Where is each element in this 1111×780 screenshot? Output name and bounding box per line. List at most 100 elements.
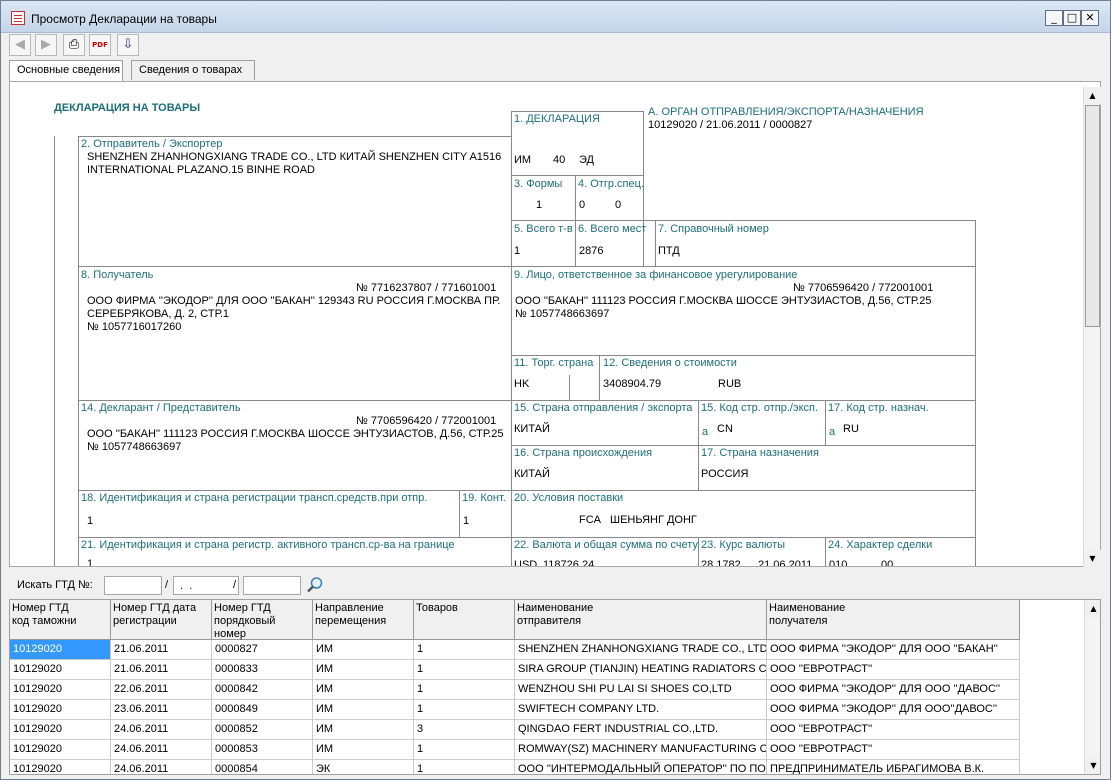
table-row[interactable]: 10129020 22.06.2011 0000842 ИМ 1 WENZHOU SHI … bbox=[10, 680, 1020, 700]
tab-goods-info[interactable]: Сведения о товарах bbox=[131, 60, 255, 80]
table-cell[interactable]: SIRA GROUP (TIANJIN) HEATING RADIATORS C… bbox=[515, 660, 767, 680]
table-cell[interactable]: ООО ФИРМА ''ЭКОДОР'' ДЛЯ ООО ''ДАВОС'' bbox=[767, 680, 1020, 700]
column-header[interactable]: Номер ГТД порядковый номер bbox=[212, 600, 313, 640]
table-cell[interactable]: ИМ bbox=[313, 740, 414, 760]
table-cell[interactable]: 1 bbox=[414, 660, 515, 680]
search-customs-code-input[interactable] bbox=[104, 576, 162, 595]
table-cell[interactable]: SHENZHEN ZHANHONGXIANG TRADE CO., LTD bbox=[515, 640, 767, 660]
column-header-text: Номер ГТД bbox=[214, 602, 271, 614]
table-cell[interactable]: 24.06.2011 bbox=[111, 760, 212, 774]
field-18-label: 18. Идентификация и страна регистрации т… bbox=[81, 492, 428, 504]
table-cell[interactable]: ПРЕДПРИНИМАТЕЛЬ ИБРАГИМОВА В.К. bbox=[767, 760, 1020, 774]
scroll-thumb[interactable] bbox=[1085, 105, 1100, 327]
declaration-scrollbar[interactable]: ▲ ▼ bbox=[1083, 87, 1101, 567]
declarant-line-2: № 1057748663697 bbox=[87, 441, 182, 453]
table-cell[interactable]: ИМ bbox=[313, 640, 414, 660]
scroll-down-icon[interactable]: ▼ bbox=[1085, 757, 1100, 774]
table-cell[interactable]: 1 bbox=[414, 760, 515, 774]
column-header[interactable]: Наименование отправителя bbox=[515, 600, 767, 640]
field-4-value-1: 0 bbox=[579, 199, 586, 211]
table-row[interactable]: 10129020 21.06.2011 0000827 ИМ 1 SHENZHEN ZHA… bbox=[10, 640, 1020, 660]
consignee-line-3: № 1057716017260 bbox=[87, 321, 182, 333]
column-header-text: Номер ГТД дата bbox=[113, 602, 197, 614]
field-11-value: HK bbox=[514, 378, 530, 390]
table-cell[interactable]: ИМ bbox=[313, 660, 414, 680]
table-cell[interactable]: 1 bbox=[414, 700, 515, 720]
table-cell[interactable]: ООО ФИРМА ''ЭКОДОР'' ДЛЯ ООО''ДАВОС'' bbox=[767, 700, 1020, 720]
forward-icon[interactable]: ▶ bbox=[35, 34, 57, 56]
column-header[interactable]: Номер ГТД дата регистрации bbox=[111, 600, 212, 640]
table-cell[interactable]: 10129020 bbox=[10, 680, 111, 700]
table-cell[interactable]: 1 bbox=[414, 740, 515, 760]
table-cell[interactable]: 10129020 bbox=[10, 760, 111, 774]
table-cell[interactable]: 1 bbox=[414, 680, 515, 700]
scroll-up-icon[interactable]: ▲ bbox=[1085, 600, 1100, 617]
pdf-icon[interactable]: PDF bbox=[89, 34, 111, 56]
table-cell[interactable]: WENZHOU SHI PU LAI SI SHOES CO,LTD bbox=[515, 680, 767, 700]
table-cell[interactable]: SWIFTECH COMPANY LTD. bbox=[515, 700, 767, 720]
column-header[interactable]: Направление перемещения bbox=[313, 600, 414, 640]
table-cell[interactable]: 24.06.2011 bbox=[111, 740, 212, 760]
table-scrollbar[interactable]: ▲ ▼ bbox=[1084, 600, 1100, 774]
table-cell[interactable]: 0000833 bbox=[212, 660, 313, 680]
table-cell[interactable]: 0000827 bbox=[212, 640, 313, 660]
table-cell[interactable]: 21.06.2011 bbox=[111, 640, 212, 660]
print-icon[interactable]: ⎙ bbox=[63, 34, 85, 56]
table-cell[interactable]: ИМ bbox=[313, 720, 414, 740]
table-row[interactable]: 10129020 21.06.2011 0000833 ИМ 1 SIRA GROUP (… bbox=[10, 660, 1020, 680]
table-row[interactable]: 10129020 23.06.2011 0000849 ИМ 1 SWIFTECH COM… bbox=[10, 700, 1020, 720]
table-cell[interactable]: ROMWAY(SZ) MACHINERY MANUFACTURING CO bbox=[515, 740, 767, 760]
declarant-line-1: ООО ''БАКАН'' 111123 РОССИЯ Г.МОСКВА ШОС… bbox=[87, 428, 504, 440]
table-cell[interactable]: ООО ''ЕВРОТРАСТ'' bbox=[767, 740, 1020, 760]
financial-code: № 7706596420 / 772001001 bbox=[793, 282, 934, 294]
table-cell[interactable]: 0000853 bbox=[212, 740, 313, 760]
table-cell[interactable]: 10129020 bbox=[10, 660, 111, 680]
table-cell[interactable]: ООО ''ЕВРОТРАСТ'' bbox=[767, 660, 1020, 680]
table-cell[interactable]: 0000852 bbox=[212, 720, 313, 740]
table-cell[interactable]: 0000849 bbox=[212, 700, 313, 720]
table-row[interactable]: 10129020 24.06.2011 0000853 ИМ 1 ROMWAY(SZ) M… bbox=[10, 740, 1020, 760]
table-cell[interactable]: ООО ''ИНТЕРМОДАЛЬНЫЙ ОПЕРАТОР'' ПО ПО bbox=[515, 760, 767, 774]
tab-main-info[interactable]: Основные сведения bbox=[9, 60, 123, 81]
table-cell[interactable]: 24.06.2011 bbox=[111, 720, 212, 740]
field-4-label: 4. Отгр.спец. bbox=[578, 178, 644, 190]
table-cell[interactable]: 10129020 bbox=[10, 740, 111, 760]
maximize-button[interactable]: □ bbox=[1063, 10, 1081, 26]
table-row[interactable]: 10129020 24.06.2011 0000852 ИМ 3 QINGDAO FERT… bbox=[10, 720, 1020, 740]
search-icon[interactable] bbox=[306, 576, 324, 594]
consignee-code: № 7716237807 / 771601001 bbox=[356, 282, 497, 294]
search-number-input[interactable] bbox=[243, 576, 301, 595]
scroll-down-icon[interactable]: ▼ bbox=[1084, 550, 1101, 567]
table-cell[interactable]: QINGDAO FERT INDUSTRIAL CO.,LTD. bbox=[515, 720, 767, 740]
column-header-text: Наименование bbox=[517, 602, 594, 614]
minimize-button[interactable]: _ bbox=[1045, 10, 1063, 26]
table-cell[interactable]: 1 bbox=[414, 640, 515, 660]
table-cell[interactable]: 23.06.2011 bbox=[111, 700, 212, 720]
table-cell[interactable]: ИМ bbox=[313, 680, 414, 700]
table-cell[interactable]: 3 bbox=[414, 720, 515, 740]
field-15-value: КИТАЙ bbox=[514, 423, 550, 435]
table-cell[interactable]: 21.06.2011 bbox=[111, 660, 212, 680]
column-header[interactable]: Номер ГТД код таможни bbox=[10, 600, 111, 640]
column-header[interactable]: Наименование получателя bbox=[767, 600, 1020, 640]
column-header[interactable]: Товаров bbox=[414, 600, 515, 640]
table-cell[interactable]: 10129020 bbox=[10, 720, 111, 740]
field-15a-value: CN bbox=[717, 423, 733, 435]
scroll-up-icon[interactable]: ▲ bbox=[1084, 87, 1101, 104]
table-cell[interactable]: 10129020 bbox=[10, 700, 111, 720]
table-cell[interactable]: 10129020 bbox=[10, 640, 111, 660]
table-cell[interactable]: ИМ bbox=[313, 700, 414, 720]
table-cell[interactable]: 22.06.2011 bbox=[111, 680, 212, 700]
export-icon[interactable]: ⇩ bbox=[117, 34, 139, 56]
back-icon[interactable]: ◀ bbox=[9, 34, 31, 56]
table-cell[interactable]: ООО ''ЕВРОТРАСТ'' bbox=[767, 720, 1020, 740]
table-cell[interactable]: 0000854 bbox=[212, 760, 313, 774]
close-button[interactable]: ✕ bbox=[1081, 10, 1099, 26]
search-date-input[interactable] bbox=[173, 576, 239, 595]
table-cell[interactable]: ЭК bbox=[313, 760, 414, 774]
search-label: Искать ГТД №: bbox=[17, 579, 93, 591]
table-row[interactable]: 10129020 24.06.2011 0000854 ЭК 1 ООО ''ИНТЕРМ… bbox=[10, 760, 1020, 774]
table-cell[interactable]: ООО ФИРМА ''ЭКОДОР'' ДЛЯ ООО ''БАКАН'' bbox=[767, 640, 1020, 660]
table-cell[interactable]: 0000842 bbox=[212, 680, 313, 700]
field-22-label: 22. Валюта и общая сумма по счету bbox=[514, 539, 698, 551]
